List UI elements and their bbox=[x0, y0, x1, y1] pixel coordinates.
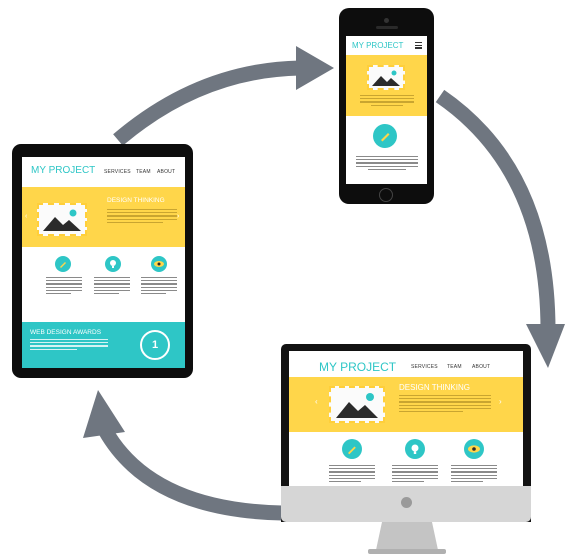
phone-device: MY PROJECT bbox=[339, 8, 434, 204]
arrow-phone-to-monitor bbox=[435, 89, 556, 331]
award-badge-icon: 1 bbox=[140, 330, 170, 360]
monitor-banner-title: DESIGN THINKING bbox=[399, 383, 470, 392]
pencil-icon bbox=[55, 256, 71, 272]
chevron-right-icon[interactable]: › bbox=[177, 213, 179, 220]
lightbulb-icon bbox=[405, 439, 425, 459]
tablet-brand[interactable]: MY PROJECT bbox=[31, 165, 95, 176]
tablet-screen: MY PROJECT SERVICES TEAM ABOUT ‹ › DESIG… bbox=[22, 157, 185, 368]
monitor-nav-team[interactable]: TEAM bbox=[447, 364, 462, 370]
arrow-tablet-to-phone bbox=[113, 60, 301, 146]
chevron-right-icon[interactable]: › bbox=[499, 397, 502, 406]
monitor-feature-text-1 bbox=[329, 465, 375, 484]
monitor-banner: ‹ › DESIGN THINKING bbox=[289, 377, 523, 432]
pencil-icon bbox=[342, 439, 362, 459]
arrow-head-to-tablet bbox=[83, 390, 125, 438]
phone-banner-text bbox=[360, 95, 414, 108]
chevron-left-icon[interactable]: ‹ bbox=[315, 397, 318, 406]
tablet-banner-title: DESIGN THINKING bbox=[107, 197, 165, 204]
phone-screen: MY PROJECT bbox=[346, 36, 427, 184]
arrow-monitor-to-tablet bbox=[98, 426, 283, 521]
tablet-awards-text bbox=[30, 339, 108, 352]
phone-feature-text bbox=[356, 156, 418, 172]
phone-speaker bbox=[376, 26, 398, 29]
monitor-brand[interactable]: MY PROJECT bbox=[319, 360, 396, 374]
image-placeholder-icon bbox=[37, 203, 87, 236]
tablet-feature-text-2 bbox=[94, 277, 130, 296]
monitor-logo-dot bbox=[401, 497, 412, 508]
image-placeholder-icon bbox=[367, 65, 405, 90]
tablet-nav-team[interactable]: TEAM bbox=[136, 169, 151, 175]
arrow-head-to-phone bbox=[296, 46, 334, 90]
lightbulb-icon bbox=[105, 256, 121, 272]
hamburger-menu-icon[interactable] bbox=[415, 42, 422, 49]
tablet-awards-title: WEB DESIGN AWARDS bbox=[30, 329, 102, 336]
tablet-feature-text-1 bbox=[46, 277, 82, 296]
monitor-feature-text-3 bbox=[451, 465, 497, 484]
tablet-nav-services[interactable]: SERVICES bbox=[104, 169, 131, 175]
monitor-banner-text bbox=[399, 395, 491, 414]
monitor-stand bbox=[368, 522, 446, 554]
tablet-awards-section: WEB DESIGN AWARDS 1 bbox=[22, 322, 185, 368]
phone-camera bbox=[384, 18, 389, 23]
eye-icon bbox=[151, 256, 167, 272]
phone-brand[interactable]: MY PROJECT bbox=[352, 41, 403, 50]
tablet-device: MY PROJECT SERVICES TEAM ABOUT ‹ › DESIG… bbox=[12, 144, 193, 378]
image-placeholder-icon bbox=[329, 386, 385, 423]
phone-banner bbox=[346, 55, 427, 116]
monitor-nav-services[interactable]: SERVICES bbox=[411, 364, 438, 370]
arrow-head-to-monitor bbox=[526, 324, 565, 368]
monitor-screen: MY PROJECT SERVICES TEAM ABOUT ‹ › DESIG… bbox=[289, 351, 523, 503]
tablet-banner: ‹ › DESIGN THINKING bbox=[22, 187, 185, 247]
tablet-feature-text-3 bbox=[141, 277, 177, 296]
tablet-nav-about[interactable]: ABOUT bbox=[157, 169, 175, 175]
eye-icon bbox=[464, 439, 484, 459]
monitor-nav-about[interactable]: ABOUT bbox=[472, 364, 490, 370]
pencil-icon bbox=[373, 124, 397, 148]
chevron-left-icon[interactable]: ‹ bbox=[25, 213, 27, 220]
monitor-feature-text-2 bbox=[392, 465, 438, 484]
phone-home-button[interactable] bbox=[379, 188, 393, 202]
tablet-banner-text bbox=[107, 209, 177, 225]
